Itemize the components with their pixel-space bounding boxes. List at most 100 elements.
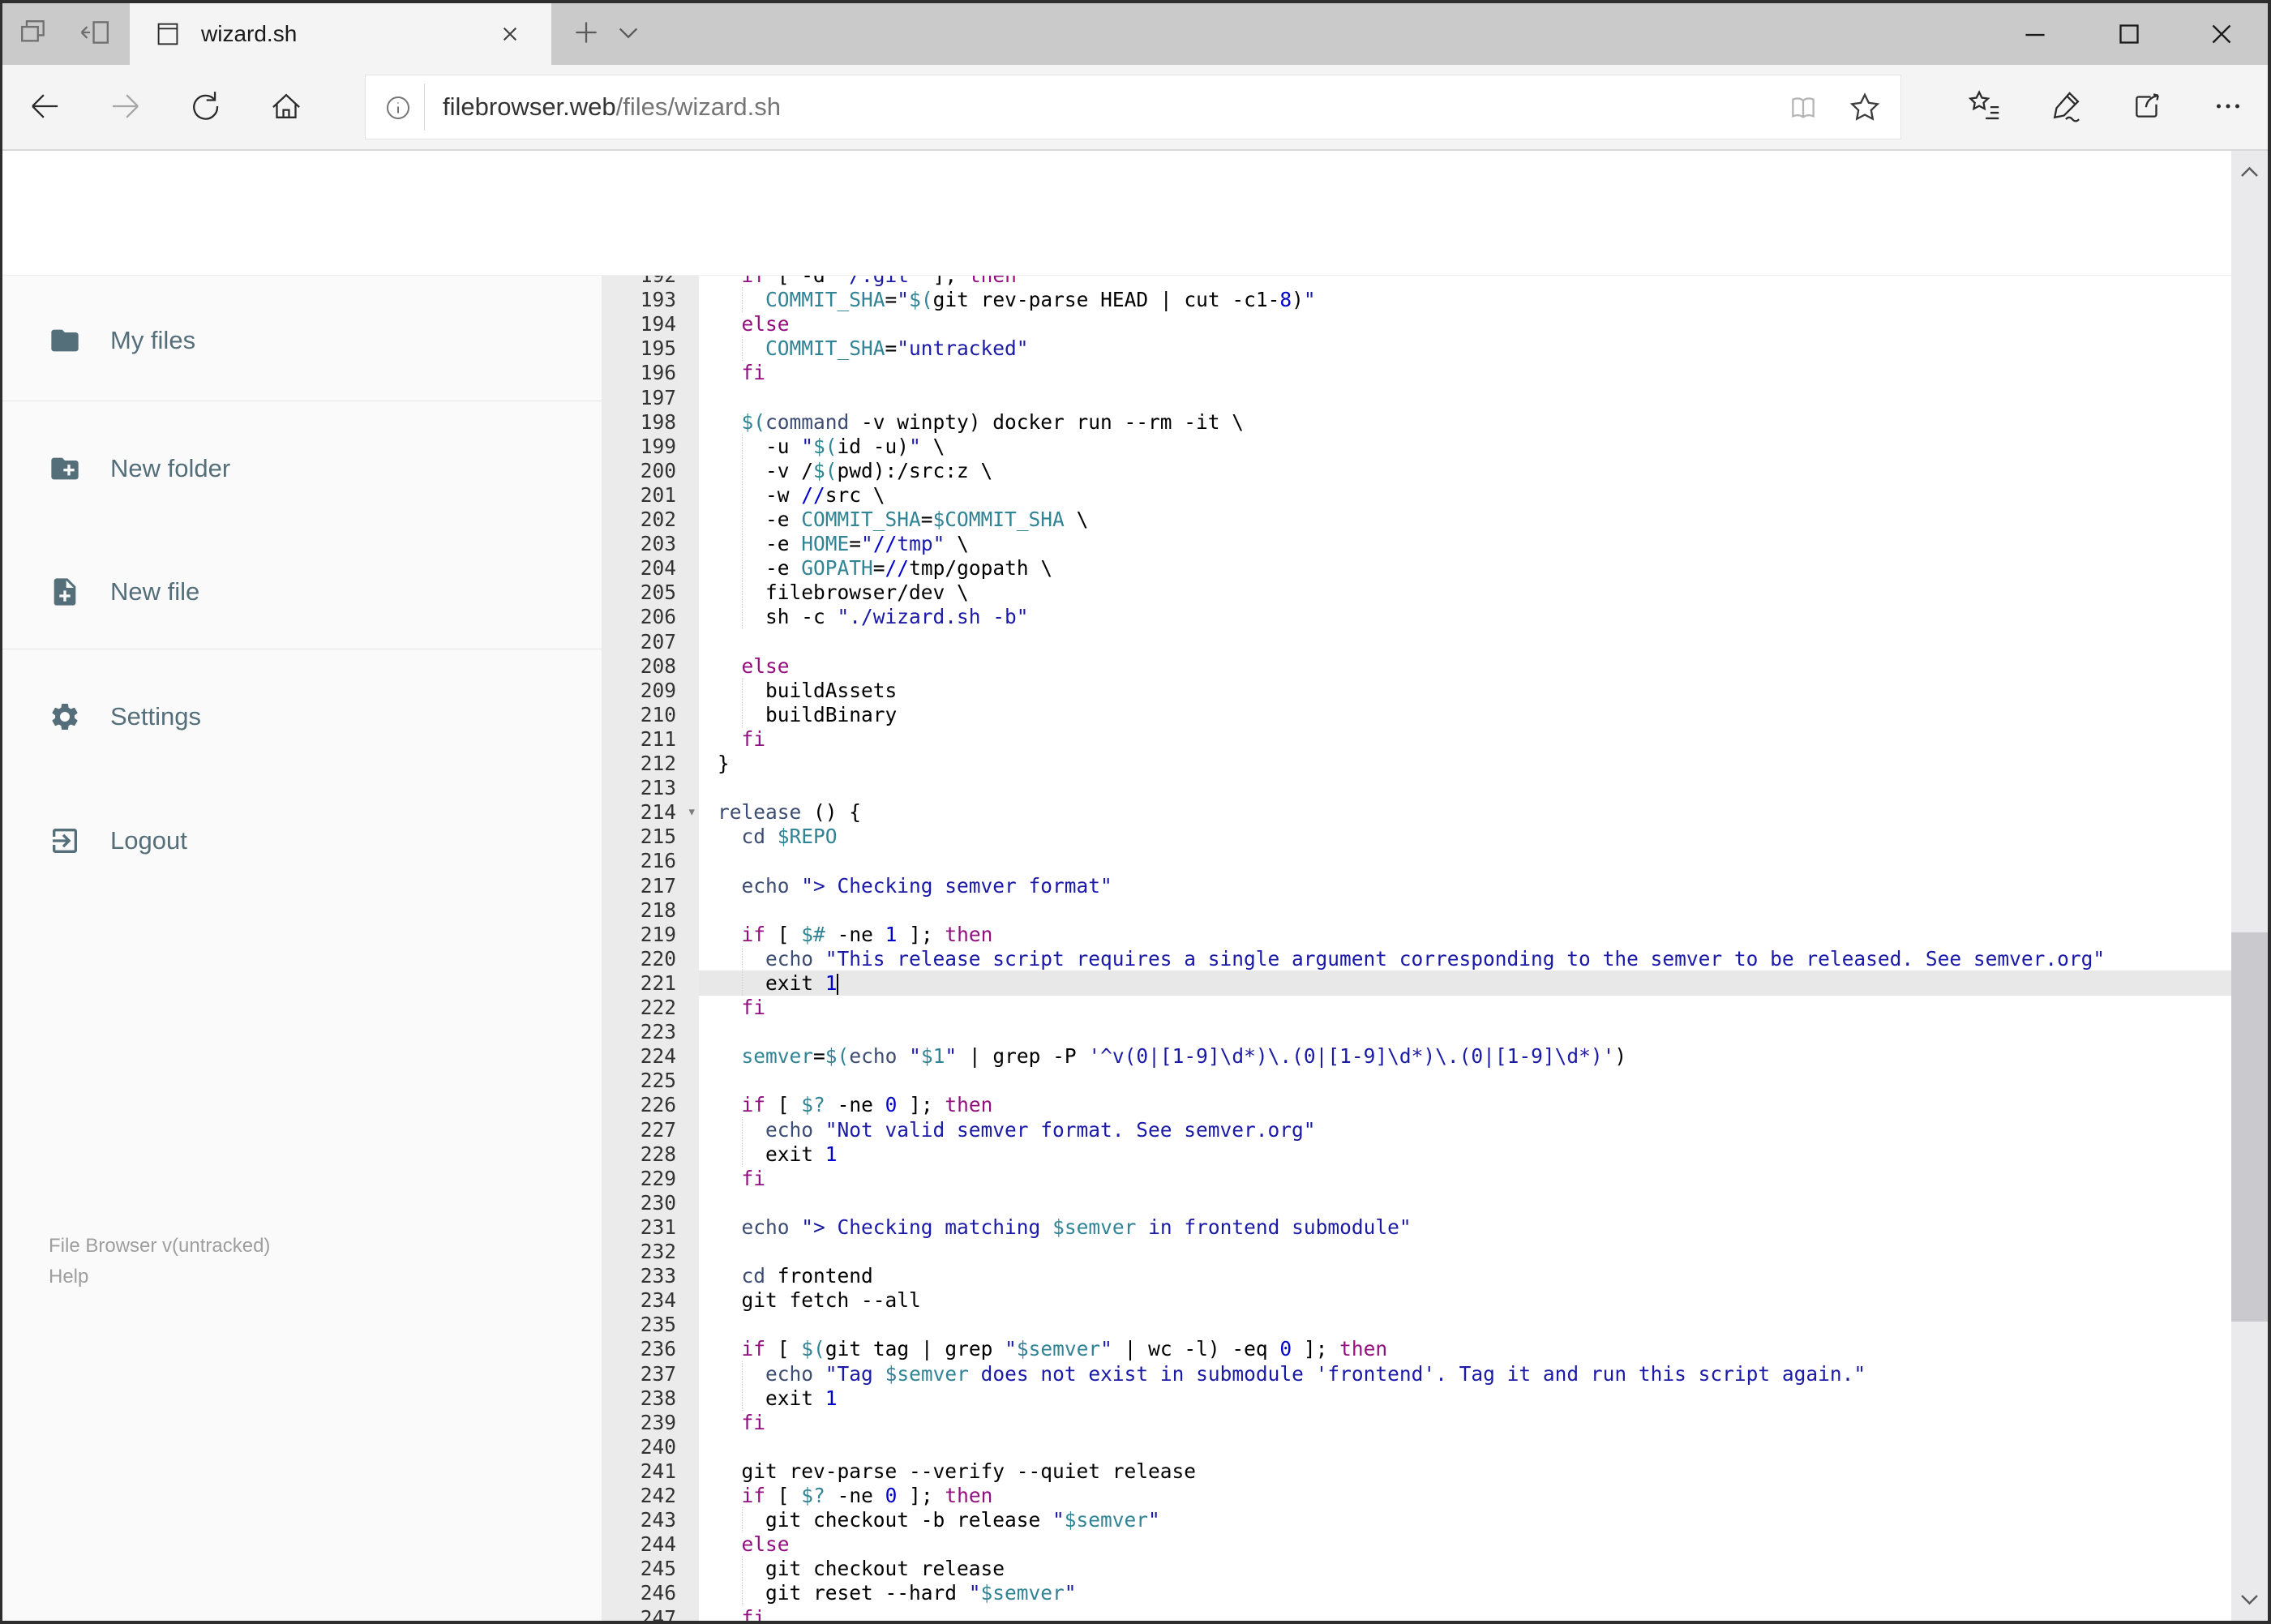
code-line[interactable]: else [699, 1532, 2231, 1557]
gutter-line-number[interactable]: 227 [602, 1117, 699, 1142]
code-line[interactable] [699, 1068, 2231, 1093]
favorite-star-button[interactable] [1846, 89, 1883, 126]
gutter-line-number[interactable]: 221 [602, 971, 699, 996]
code-line[interactable]: } [699, 751, 2231, 776]
fold-toggle-icon[interactable]: ▾ [688, 799, 696, 825]
set-tabs-aside-button[interactable] [78, 14, 115, 51]
gutter-line-number[interactable]: 194 [602, 311, 699, 336]
gutter-line-number[interactable]: 231 [602, 1215, 699, 1240]
gutter-line-number[interactable]: 219 [602, 922, 699, 947]
code-line[interactable]: echo "> Checking semver format" [699, 873, 2231, 898]
back-button[interactable] [26, 88, 63, 125]
page-scrollbar[interactable] [2231, 151, 2268, 1621]
code-line[interactable]: COMMIT_SHA="$(git rev-parse HEAD | cut -… [699, 287, 2231, 313]
gutter-line-number[interactable]: 205 [602, 580, 699, 605]
gutter-line-number[interactable]: 229 [602, 1166, 699, 1191]
code-line[interactable]: buildBinary [699, 701, 2231, 727]
code-line[interactable] [699, 1434, 2231, 1459]
code-line[interactable] [699, 1019, 2231, 1044]
code-line[interactable]: exit 1 [699, 970, 2231, 996]
code-line[interactable]: if [ $# -ne 1 ]; then [699, 922, 2231, 947]
gutter-line-number[interactable]: 246 [602, 1580, 699, 1605]
code-line[interactable]: fi [699, 1166, 2231, 1191]
code-line[interactable]: fi [699, 1605, 2231, 1622]
code-editor[interactable]: 1921931941951961971981992002012022032042… [602, 276, 2231, 1621]
code-line[interactable]: filebrowser/dev \ [699, 580, 2231, 606]
code-line[interactable]: if [ $? -ne 0 ]; then [699, 1483, 2231, 1508]
minimize-button[interactable] [2012, 15, 2058, 53]
code-line[interactable]: $(command -v winpty) docker run --rm -it… [699, 409, 2231, 435]
gutter-line-number[interactable]: 224 [602, 1043, 699, 1069]
code-line[interactable] [699, 1312, 2231, 1337]
gutter-line-number[interactable]: 218 [602, 898, 699, 923]
gutter-line-number[interactable]: 234 [602, 1288, 699, 1313]
refresh-button[interactable] [186, 88, 224, 125]
code-line[interactable]: fi [699, 995, 2231, 1020]
gutter-line-number[interactable]: 244 [602, 1532, 699, 1557]
code-line[interactable]: semver=$(echo "$1" | grep -P '^v(0|[1-9]… [699, 1043, 2231, 1069]
gutter-line-number[interactable]: 217 [602, 873, 699, 898]
browser-tab[interactable]: wizard.sh [130, 3, 551, 65]
gutter-line-number[interactable]: 216 [602, 848, 699, 873]
gutter-line-number[interactable]: 202 [602, 507, 699, 532]
address-bar[interactable]: filebrowser.web/files/wizard.sh [365, 75, 1901, 139]
gutter-line-number[interactable]: 235 [602, 1312, 699, 1337]
maximize-button[interactable] [2106, 15, 2152, 53]
gutter-line-number[interactable]: 198 [602, 409, 699, 435]
gutter-line-number[interactable]: 192 [602, 276, 699, 288]
gutter-line-number[interactable]: 245 [602, 1556, 699, 1581]
gutter-line-number[interactable]: 201 [602, 482, 699, 508]
code-line[interactable]: release () { [699, 799, 2231, 825]
gutter-line-number[interactable]: 233 [602, 1263, 699, 1288]
gutter-line-number[interactable]: 210 [602, 702, 699, 727]
home-button[interactable] [268, 88, 305, 125]
gutter-line-number[interactable]: 238 [602, 1386, 699, 1411]
gutter-line-number[interactable]: 207 [602, 629, 699, 654]
code-line[interactable]: cd $REPO [699, 824, 2231, 849]
gutter-line-number[interactable]: 193 [602, 287, 699, 312]
gutter-line-number[interactable]: 196 [602, 360, 699, 385]
code-line[interactable]: exit 1 [699, 1141, 2231, 1167]
site-info-icon[interactable] [382, 92, 414, 124]
code-line[interactable]: git checkout release [699, 1556, 2231, 1582]
gutter-line-number[interactable]: 237 [602, 1361, 699, 1386]
sidebar-item-new-folder[interactable]: New folder [2, 440, 602, 497]
code-line[interactable]: echo "Not valid semver format. See semve… [699, 1116, 2231, 1142]
gutter-line-number[interactable]: 199 [602, 434, 699, 459]
gutter-line-number[interactable]: 239 [602, 1410, 699, 1435]
web-notes-button[interactable] [2047, 88, 2085, 125]
code-line[interactable]: git reset --hard "$semver" [699, 1580, 2231, 1606]
code-line[interactable]: -e COMMIT_SHA=$COMMIT_SHA \ [699, 507, 2231, 532]
code-line[interactable]: buildAssets [699, 677, 2231, 703]
sidebar-item-my-files[interactable]: My files [2, 312, 602, 369]
code-line[interactable]: fi [699, 726, 2231, 752]
share-page-button[interactable] [2128, 88, 2166, 125]
window-close-button[interactable] [2199, 15, 2244, 53]
gutter-line-number[interactable]: 223 [602, 1019, 699, 1044]
gutter-line-number[interactable]: 215 [602, 824, 699, 849]
gutter-line-number[interactable]: 247 [602, 1605, 699, 1622]
code-line[interactable]: -v /$(pwd):/src:z \ [699, 457, 2231, 483]
scroll-down-icon[interactable] [2236, 1586, 2263, 1613]
gutter-line-number[interactable]: 200 [602, 458, 699, 483]
forward-button[interactable] [107, 88, 144, 125]
code-line[interactable]: -w //src \ [699, 482, 2231, 508]
code-line[interactable]: -e HOME="//tmp" \ [699, 531, 2231, 557]
code-line[interactable]: -e GOPATH=//tmp/gopath \ [699, 555, 2231, 581]
gutter-line-number[interactable]: 232 [602, 1239, 699, 1264]
sidebar-item-new-file[interactable]: New file [2, 563, 602, 620]
gutter-line-number[interactable]: 208 [602, 653, 699, 679]
gutter-line-number[interactable]: 206 [602, 604, 699, 629]
gutter-line-number[interactable]: 243 [602, 1507, 699, 1532]
gutter-line-number[interactable]: 203 [602, 531, 699, 556]
code-line[interactable]: exit 1 [699, 1385, 2231, 1411]
code-line[interactable]: cd frontend [699, 1263, 2231, 1288]
code-line[interactable]: echo "This release script requires a sin… [699, 945, 2231, 971]
code-line[interactable]: COMMIT_SHA="untracked" [699, 336, 2231, 362]
code-line[interactable]: git rev-parse --verify --quiet release [699, 1459, 2231, 1484]
gutter-line-number[interactable]: 204 [602, 555, 699, 581]
code-line[interactable]: fi [699, 360, 2231, 385]
gutter-line-number[interactable]: 214 ▾ [602, 799, 699, 825]
gutter-line-number[interactable]: 228 [602, 1142, 699, 1167]
code-line[interactable] [699, 1239, 2231, 1264]
